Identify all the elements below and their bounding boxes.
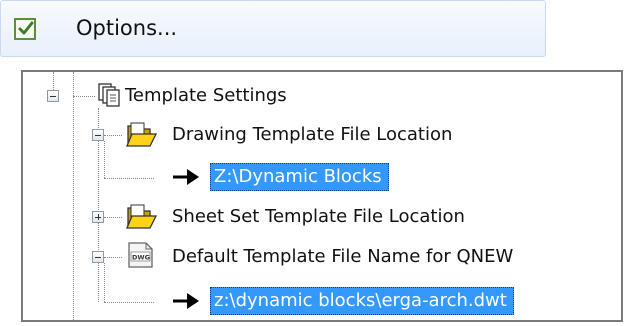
tree-connector	[104, 178, 154, 179]
settings-pages-icon	[97, 82, 121, 112]
dwg-file-icon: DWG	[126, 241, 156, 273]
tree-connector	[104, 302, 154, 303]
tree-connector	[73, 96, 95, 97]
checkbox-checked-icon	[14, 18, 36, 40]
template-settings-tree[interactable]: Template Settings Drawing Template File …	[21, 70, 623, 322]
tree-item-sheet-set-template-location[interactable]: Sheet Set Template File Location	[172, 205, 465, 229]
options-label: Options...	[76, 16, 178, 40]
expand-toggle-sheet-set-template[interactable]	[92, 211, 104, 223]
tree-connector	[104, 257, 122, 258]
tree-item-template-settings[interactable]: Template Settings	[125, 84, 287, 108]
tree-connector	[73, 72, 74, 320]
options-menu-item[interactable]: Options...	[0, 0, 546, 57]
tree-connector	[104, 263, 105, 302]
tree-item-drawing-template-location[interactable]: Drawing Template File Location	[172, 123, 452, 147]
collapse-toggle-template-settings[interactable]	[47, 90, 59, 102]
arrow-right-icon	[171, 167, 201, 191]
drawing-template-path-value[interactable]: Z:\Dynamic Blocks	[210, 163, 389, 191]
folder-open-icon	[126, 202, 160, 234]
tree-item-default-template-qnew[interactable]: Default Template File Name for QNEW	[172, 245, 513, 269]
tree-connector	[104, 217, 122, 218]
tree-connector	[104, 135, 122, 136]
svg-text:DWG: DWG	[132, 254, 150, 262]
collapse-toggle-drawing-template[interactable]	[92, 129, 104, 141]
folder-open-icon	[126, 120, 160, 152]
default-template-path-value[interactable]: z:\dynamic blocks\erga-arch.dwt	[210, 287, 514, 315]
arrow-right-icon	[171, 291, 201, 315]
tree-connector	[104, 141, 105, 178]
collapse-toggle-default-template[interactable]	[92, 251, 104, 263]
